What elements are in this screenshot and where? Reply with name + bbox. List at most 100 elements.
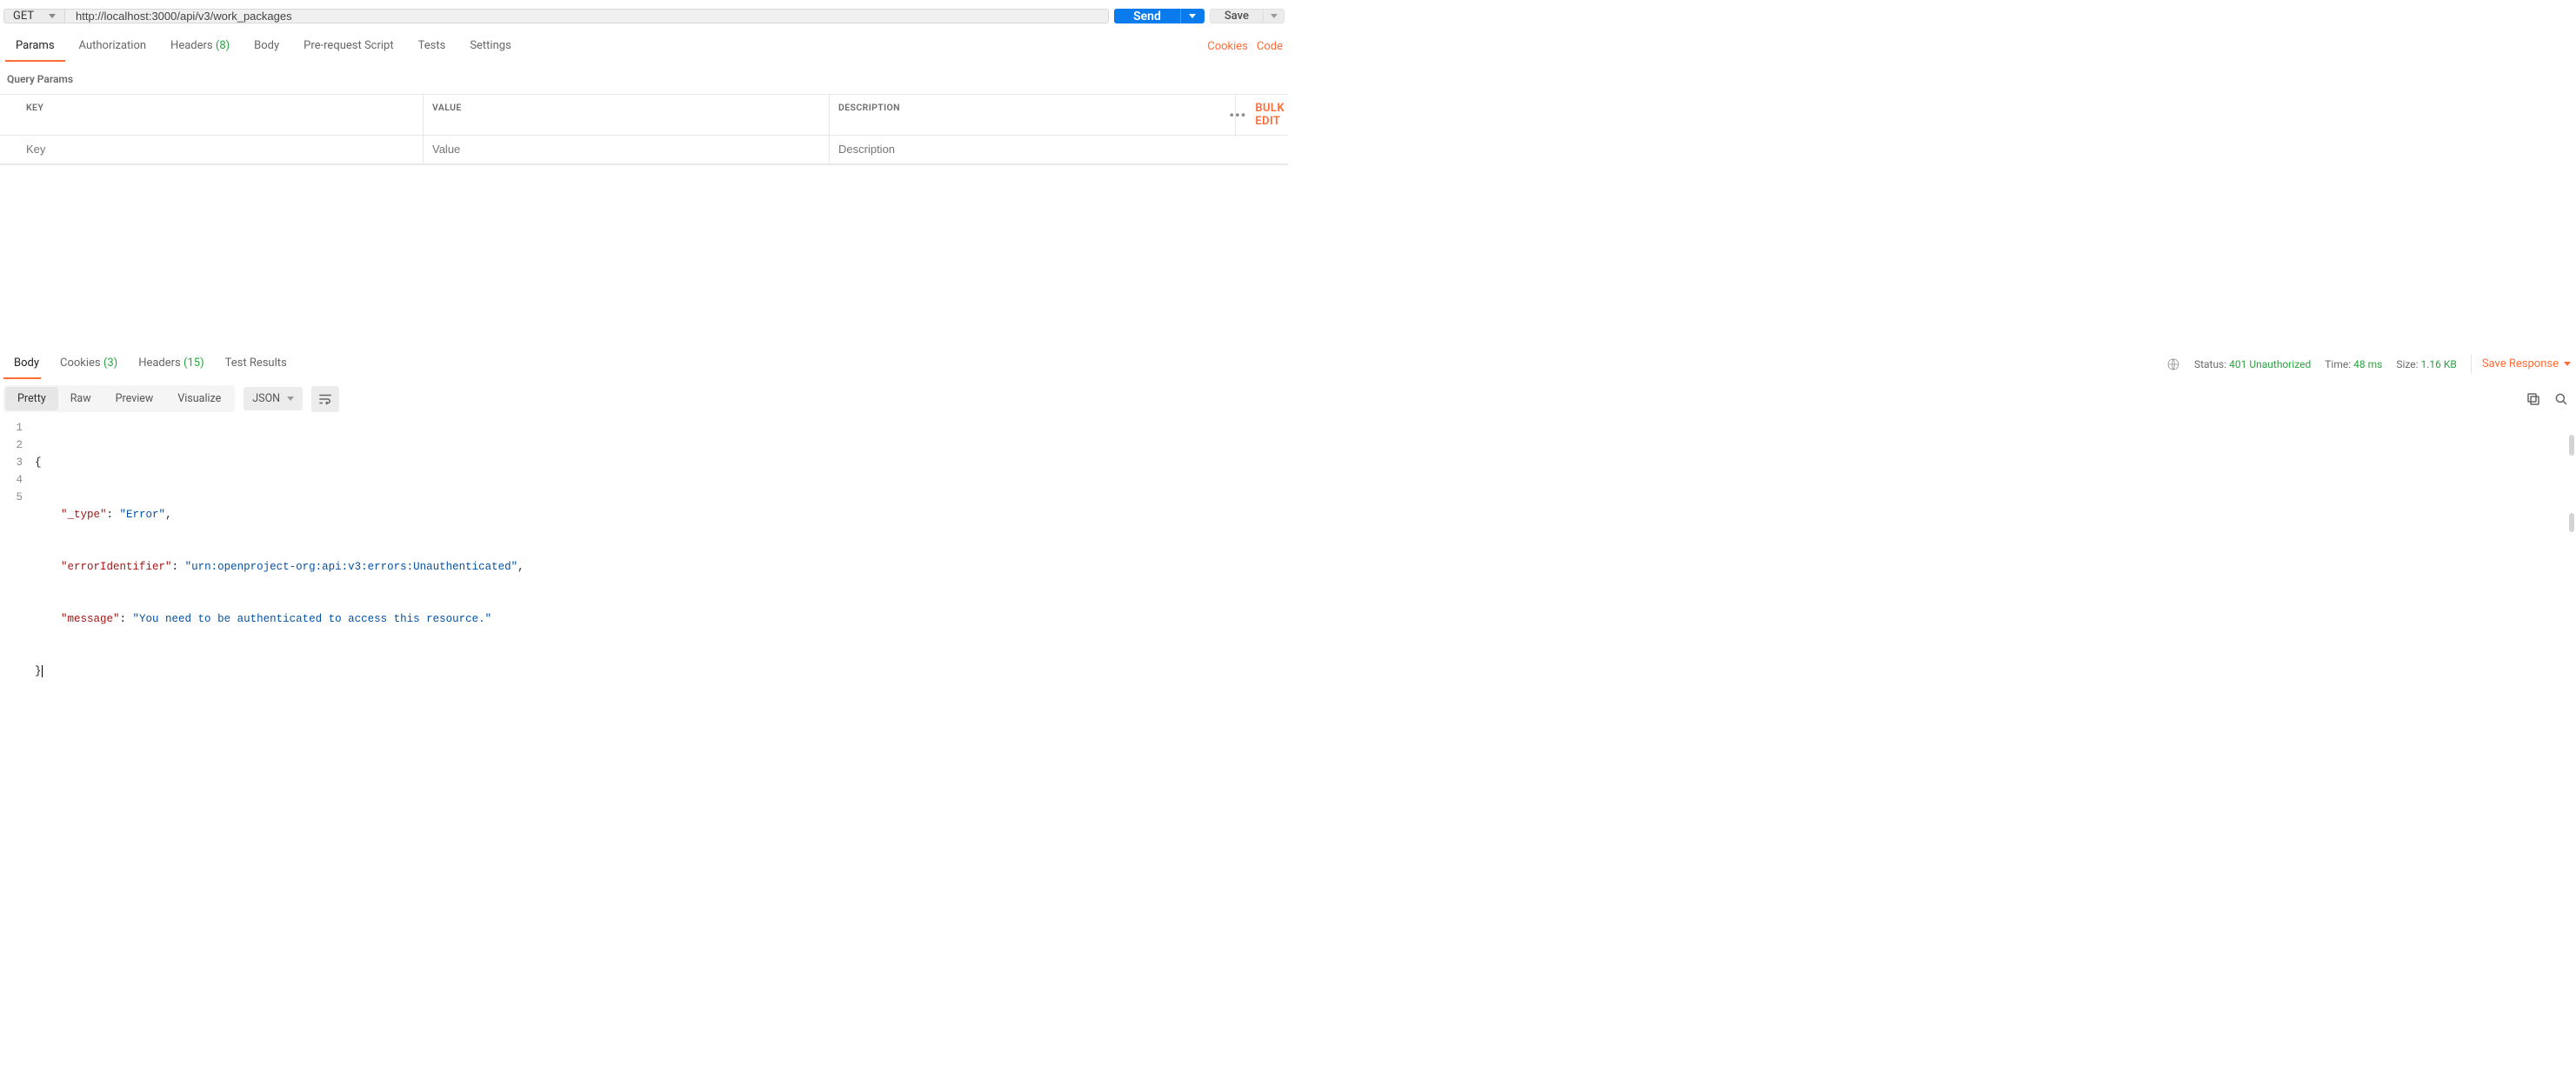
tab-settings[interactable]: Settings [457, 32, 523, 61]
code-line: "_type": "Error", [35, 506, 2576, 523]
meta-value: 401 Unauthorized [2229, 358, 2311, 370]
chevron-down-icon [287, 397, 294, 401]
request-tabs-right: Cookies Code [1207, 40, 1285, 53]
code-line: { [35, 454, 2576, 471]
save-dropdown[interactable] [1263, 10, 1284, 23]
method-url-group: GET [3, 9, 1109, 23]
code-line: "errorIdentifier": "urn:openproject-org:… [35, 558, 2576, 576]
resp-tab-test-results[interactable]: Test Results [215, 350, 297, 378]
tok-indent [35, 509, 61, 521]
chevron-down-icon [1271, 14, 1278, 18]
cookies-link[interactable]: Cookies [1207, 40, 1248, 53]
mode-visualize[interactable]: Visualize [165, 387, 233, 410]
search-icon[interactable] [2553, 391, 2569, 407]
mode-preview[interactable]: Preview [103, 387, 166, 410]
globe-icon[interactable] [2166, 357, 2180, 371]
tok-string: "Error" [120, 509, 166, 521]
tab-tests[interactable]: Tests [406, 32, 458, 61]
chevron-down-icon [1189, 14, 1196, 18]
more-icon[interactable]: ••• [1229, 107, 1246, 123]
line-number: 4 [0, 471, 26, 489]
send-dropdown[interactable] [1180, 9, 1205, 23]
response-code-area[interactable]: 1 2 3 4 5 { "_type": "Error", "errorIden… [0, 419, 2576, 715]
tok-indent [35, 561, 61, 573]
tab-label: Params [16, 39, 55, 52]
request-url-input[interactable] [65, 10, 1108, 23]
scrollbar-thumb[interactable] [2569, 435, 2574, 456]
http-method-select[interactable]: GET [4, 10, 65, 23]
tok-brace: } [35, 665, 42, 677]
body-view-toolbar: Pretty Raw Preview Visualize JSON [0, 378, 2576, 419]
code-line: } [35, 663, 2576, 680]
save-button[interactable]: Save [1211, 10, 1263, 23]
param-description-input[interactable] [838, 143, 1227, 156]
status-meta: Status: 401 Unauthorized [2194, 358, 2311, 370]
send-button[interactable]: Send [1114, 9, 1180, 23]
tab-pre-request-script[interactable]: Pre-request Script [291, 32, 405, 61]
gutter-cell [0, 95, 17, 135]
tab-headers[interactable]: Headers (8) [158, 32, 242, 61]
tok-key: "message" [61, 613, 120, 625]
query-params-header-actions: ••• Bulk Edit [1236, 95, 1288, 135]
tab-params[interactable]: Params [3, 32, 67, 61]
param-value-input[interactable] [432, 143, 820, 156]
line-number: 2 [0, 437, 26, 454]
tok-sep: : [107, 509, 120, 521]
body-toolbar-right [2526, 391, 2573, 407]
resp-tab-headers[interactable]: Headers (15) [128, 350, 214, 378]
save-response-button[interactable]: Save Response [2471, 355, 2571, 374]
tok-indent [35, 613, 61, 625]
line-number: 5 [0, 489, 26, 506]
body-view-mode-group: Pretty Raw Preview Visualize [3, 385, 235, 412]
tab-count: (15) [184, 357, 204, 370]
param-key-input[interactable] [26, 143, 414, 156]
query-params-header-row: KEY VALUE DESCRIPTION ••• Bulk Edit [0, 95, 1288, 136]
tok-sep: : [172, 561, 185, 573]
request-tabs-row: Params Authorization Headers (8) Body Pr… [0, 32, 1288, 61]
time-meta: Time: 48 ms [2325, 358, 2382, 370]
line-number: 3 [0, 454, 26, 471]
query-params-input-row [0, 136, 1288, 164]
mode-pretty[interactable]: Pretty [5, 387, 58, 410]
tab-body[interactable]: Body [242, 32, 291, 61]
tab-label: Body [14, 357, 39, 370]
tok-string: "You need to be authenticated to access … [133, 613, 492, 625]
tab-label: Body [254, 39, 279, 52]
save-button-group: Save [1210, 9, 1285, 23]
tab-authorization[interactable]: Authorization [67, 32, 159, 61]
format-value: JSON [252, 392, 280, 405]
col-value: VALUE [424, 95, 830, 135]
response-tabs-row: Body Cookies (3) Headers (15) Test Resul… [0, 346, 2576, 378]
tab-label: Pre-request Script [304, 39, 393, 52]
code-link[interactable]: Code [1257, 40, 1283, 53]
tab-label: Headers [138, 357, 181, 370]
body-format-select[interactable]: JSON [244, 387, 303, 410]
tab-label: Settings [470, 39, 511, 52]
mode-raw[interactable]: Raw [58, 387, 103, 410]
tab-label: Cookies [60, 357, 101, 370]
wrap-lines-button[interactable] [311, 386, 339, 412]
meta-value: 48 ms [2353, 358, 2382, 370]
response-meta: Status: 401 Unauthorized Time: 48 ms Siz… [2166, 355, 2573, 374]
chevron-down-icon [49, 14, 56, 18]
tok-key: "errorIdentifier" [61, 561, 172, 573]
request-bar: GET Send Save [0, 0, 1288, 32]
request-tabs: Params Authorization Headers (8) Body Pr… [3, 32, 524, 61]
tok-sep: : [120, 613, 133, 625]
size-meta: Size: 1.16 KB [2396, 358, 2457, 370]
tok-string: "urn:openproject-org:api:v3:errors:Unaut… [185, 561, 518, 573]
query-params-table: KEY VALUE DESCRIPTION ••• Bulk Edit [0, 94, 1288, 165]
line-numbers: 1 2 3 4 5 [0, 419, 35, 715]
resp-tab-cookies[interactable]: Cookies (3) [50, 350, 128, 378]
col-key: KEY [17, 95, 424, 135]
response-area: Body Cookies (3) Headers (15) Test Resul… [0, 346, 2576, 715]
tok-key: "_type" [61, 509, 107, 521]
scrollbar-thumb[interactable] [2569, 513, 2574, 532]
resp-tab-body[interactable]: Body [3, 350, 50, 378]
col-description: DESCRIPTION [830, 95, 1236, 135]
tab-count: (3) [103, 357, 117, 370]
bulk-edit-link[interactable]: Bulk Edit [1255, 102, 1285, 128]
response-tabs: Body Cookies (3) Headers (15) Test Resul… [3, 350, 297, 378]
tab-label: Headers [170, 39, 213, 52]
copy-icon[interactable] [2526, 391, 2541, 407]
